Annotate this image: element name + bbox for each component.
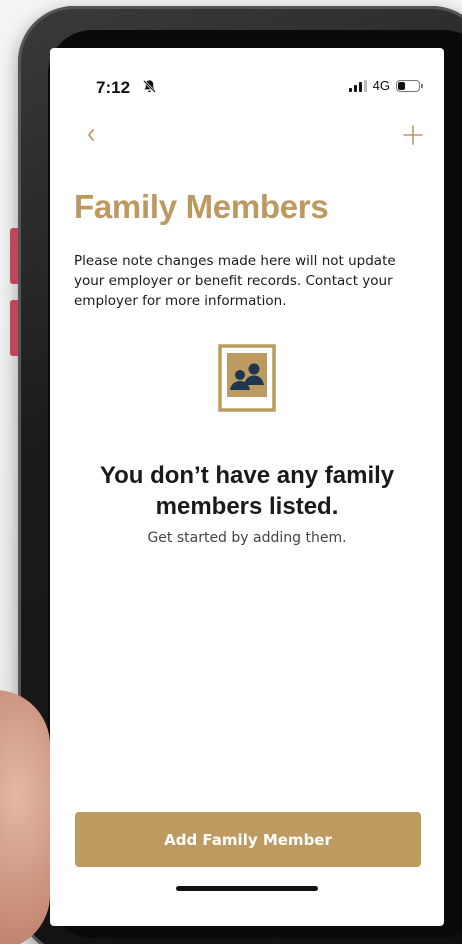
empty-state-subtitle: Get started by adding them.: [147, 530, 347, 546]
back-button[interactable]: [80, 124, 102, 146]
volume-up-button: [10, 228, 18, 284]
app-screen: 7:12 4G Family Members Please note chang…: [50, 48, 444, 926]
bell-slash-icon: [143, 80, 156, 93]
page-title: Family Members: [74, 188, 329, 225]
status-time: 7:12: [96, 78, 131, 97]
battery-icon: [396, 79, 423, 92]
volume-down-button: [10, 300, 18, 356]
home-indicator[interactable]: [176, 886, 318, 891]
network-type: 4G: [372, 78, 390, 93]
records-notice: Please note changes made here will not u…: [74, 253, 396, 309]
empty-state-title: You don’t have any family members listed…: [99, 462, 395, 520]
chevron-left-icon: [88, 129, 94, 141]
add-family-member-button[interactable]: Add Family Member: [75, 812, 421, 867]
status-indicators: 4G: [348, 78, 423, 93]
signal-icon: [348, 79, 367, 92]
photo-stage: 7:12 4G Family Members Please note chang…: [0, 0, 462, 944]
plus-icon: [403, 125, 423, 145]
left-thumb: [0, 690, 50, 944]
family-portrait-icon: [218, 344, 276, 412]
add-family-member-icon-button[interactable]: [400, 122, 426, 148]
